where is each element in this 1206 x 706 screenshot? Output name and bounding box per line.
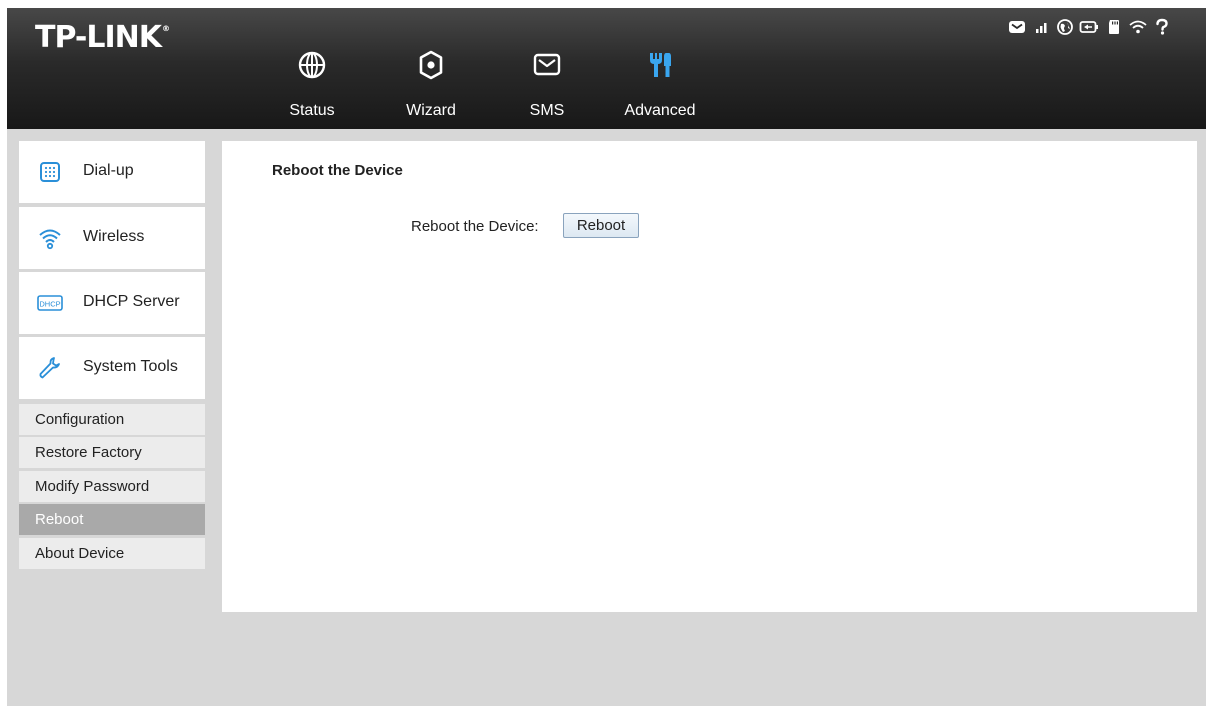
sidebar-item-label: System Tools <box>83 358 178 375</box>
nav-sms-label: SMS <box>529 102 565 119</box>
sidebar-subitem-reboot[interactable]: Reboot <box>19 504 205 535</box>
nav-status[interactable]: Status <box>272 48 352 128</box>
sidebar-subitem-label: Modify Password <box>35 478 150 495</box>
content-panel: Reboot the Device Reboot the Device: Reb… <box>222 141 1197 612</box>
wifi-icon <box>1129 20 1147 34</box>
sidebar-item-dhcp-server[interactable]: DHCP DHCP Server <box>19 272 205 334</box>
signal-icon <box>1036 23 1047 33</box>
globe-icon <box>298 51 326 79</box>
reboot-field-label: Reboot the Device: <box>411 218 539 235</box>
sidebar-subitem-label: Configuration <box>35 411 125 428</box>
sidebar-item-system-tools[interactable]: System Tools <box>19 337 205 399</box>
sidebar-item-wireless[interactable]: Wireless <box>19 207 205 269</box>
tools-icon <box>650 53 671 77</box>
sidebar-subitem-modify-password[interactable]: Modify Password <box>19 471 205 502</box>
nav-wizard[interactable]: Wizard <box>391 48 471 128</box>
sidebar-subitem-configuration[interactable]: Configuration <box>19 404 205 435</box>
battery-icon <box>1079 21 1098 33</box>
help-icon[interactable] <box>1154 18 1170 36</box>
dhcp-icon: DHCP <box>37 295 63 311</box>
sidebar-item-label: Wireless <box>83 228 145 245</box>
sd-card-icon <box>1109 20 1119 34</box>
message-icon[interactable] <box>1008 18 1026 36</box>
sidebar-subitem-label: Reboot <box>35 511 84 528</box>
wifi-icon <box>39 229 61 250</box>
top-bar: TP-LINK® Status Wizard SMS Advanced <box>7 8 1206 129</box>
keypad-icon <box>40 162 60 182</box>
sidebar-subitem-label: About Device <box>35 545 125 562</box>
internet-icon <box>1057 19 1073 35</box>
nav-advanced-label: Advanced <box>624 102 696 119</box>
sidebar-item-dial-up[interactable]: Dial-up <box>19 141 205 203</box>
sidebar-subitem-restore-factory[interactable]: Restore Factory <box>19 437 205 468</box>
app-window: TP-LINK® Status Wizard SMS Advanced Dial… <box>7 8 1206 706</box>
wrench-icon <box>39 357 60 379</box>
nav-wizard-label: Wizard <box>406 102 456 119</box>
svg-text:DHCP: DHCP <box>39 299 60 308</box>
status-icons <box>1008 18 1198 38</box>
gear-icon <box>419 50 443 80</box>
envelope-icon <box>533 53 561 76</box>
sidebar-item-label: Dial-up <box>83 162 134 179</box>
nav-advanced[interactable]: Advanced <box>617 48 703 128</box>
section-title: Reboot the Device <box>272 162 403 179</box>
sidebar-item-label: DHCP Server <box>83 293 180 310</box>
sidebar-subitem-label: Restore Factory <box>35 444 142 461</box>
reboot-button[interactable]: Reboot <box>563 213 639 238</box>
nav-status-label: Status <box>289 102 335 119</box>
sidebar-subitem-about-device[interactable]: About Device <box>19 538 205 569</box>
nav-sms[interactable]: SMS <box>512 48 582 128</box>
tp-link-logo: TP-LINK® <box>35 20 170 55</box>
